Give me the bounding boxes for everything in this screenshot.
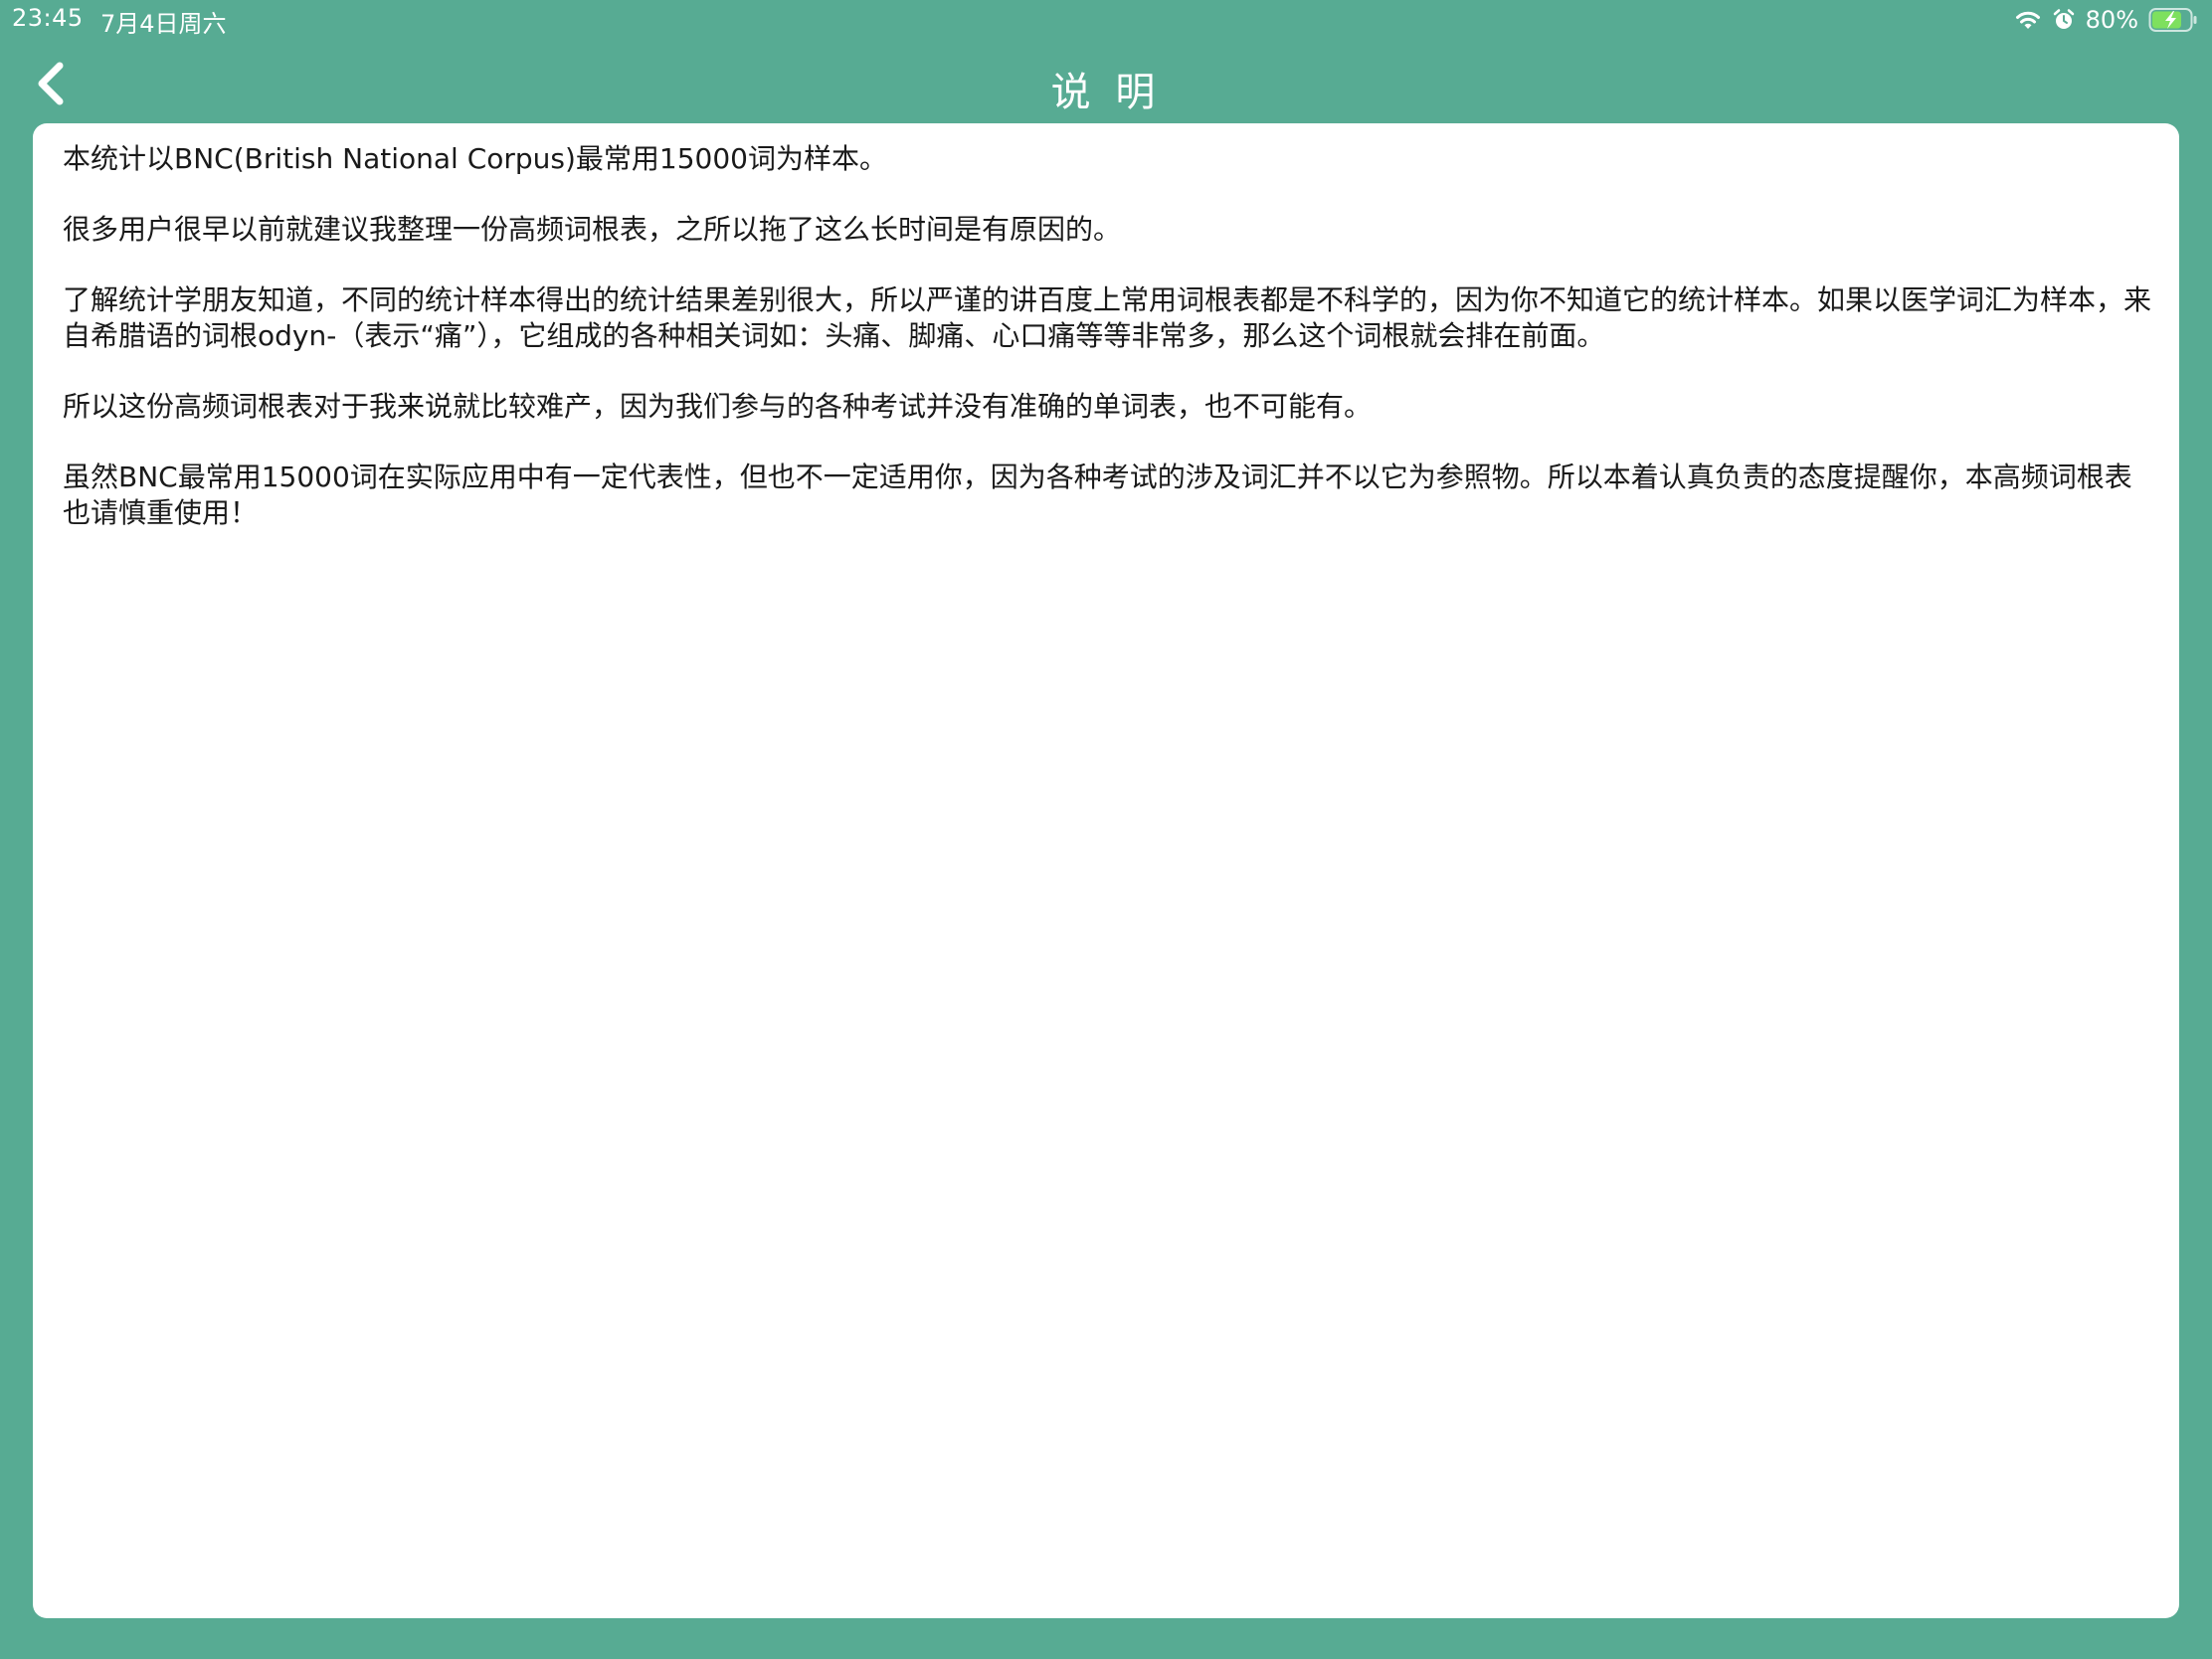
status-date: 7月4日周六	[100, 10, 227, 38]
paragraph-2: 很多用户很早以前就建议我整理一份高频词根表，之所以拖了这么长时间是有原因的。	[63, 213, 1122, 246]
content-card: 本统计以BNC(British National Corpus)最常用15000…	[33, 123, 2179, 1618]
paragraph-1: 本统计以BNC(British National Corpus)最常用15000…	[63, 142, 887, 175]
status-bar: 23:45 7月4日周六 80%	[0, 0, 2212, 40]
battery-charging-icon	[2148, 7, 2198, 33]
paragraph-3: 了解统计学朋友知道，不同的统计样本得出的统计结果差别很大，所以严谨的讲百度上常用…	[63, 283, 2152, 352]
paragraph-5: 虽然BNC最常用15000词在实际应用中有一定代表性，但也不一定适用你，因为各种…	[63, 461, 2132, 529]
battery-percent: 80%	[2085, 6, 2138, 34]
navigation-bar: 说 明	[0, 40, 2212, 123]
page-title: 说 明	[1050, 70, 1162, 115]
paragraph-4: 所以这份高频词根表对于我来说就比较难产，因为我们参与的各种考试并没有准确的单词表…	[63, 390, 1373, 423]
status-time: 23:45	[12, 4, 84, 32]
wifi-icon	[2014, 9, 2042, 31]
status-indicators: 80%	[2014, 4, 2198, 36]
alarm-icon	[2052, 8, 2076, 32]
